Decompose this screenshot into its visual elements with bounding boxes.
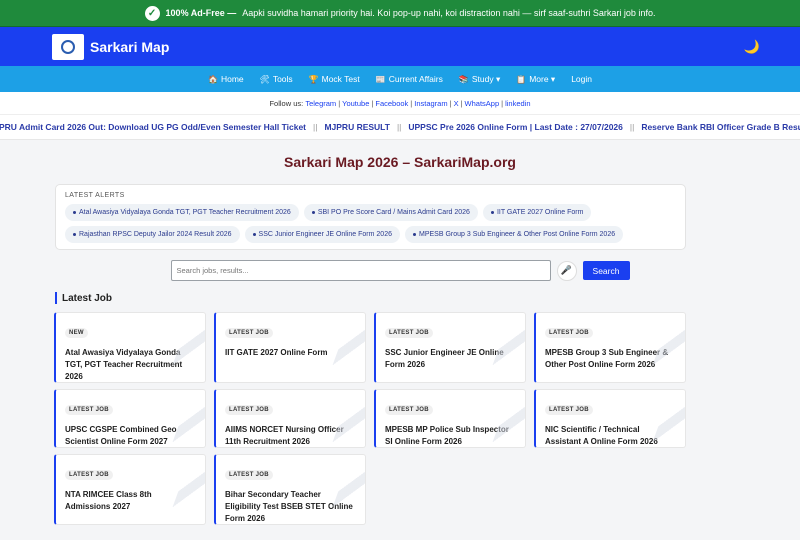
site-name[interactable]: Sarkari Map bbox=[90, 39, 169, 55]
search-bar: Search jobs, results... 🎤 Search bbox=[0, 260, 800, 281]
news-ticker: PRU Admit Card 2026 Out: Download UG PG … bbox=[0, 114, 800, 140]
alert-text: SBI PO Pre Score Card / Mains Admit Card… bbox=[317, 209, 470, 216]
logo-emblem-icon bbox=[61, 39, 75, 54]
nav-label: More ▾ bbox=[529, 73, 556, 84]
trophy-icon: 🏆 bbox=[308, 74, 319, 84]
job-card[interactable]: LATEST JOB UPSC CGSPE Combined Geo Scient… bbox=[54, 389, 206, 448]
follow-label: Follow us: bbox=[269, 98, 304, 108]
alert-chip[interactable]: SSC Junior Engineer JE Online Form 2026 bbox=[244, 226, 400, 243]
clipboard-icon: 📋 bbox=[516, 74, 527, 84]
job-tag: LATEST JOB bbox=[225, 328, 273, 338]
nav-item-more[interactable]: 📋 More ▾ bbox=[508, 74, 563, 85]
job-card[interactable]: LATEST JOB MPESB Group 3 Sub Engineer & O… bbox=[534, 312, 686, 383]
job-tag: NEW bbox=[65, 328, 88, 338]
moon-icon[interactable]: 🌙 bbox=[744, 39, 760, 55]
job-tag: LATEST JOB bbox=[385, 405, 433, 415]
alert-text: IIT GATE 2027 Online Form bbox=[496, 209, 584, 216]
nav-item-current-affairs[interactable]: 📰 Current Affairs bbox=[368, 74, 451, 84]
alert-chip[interactable]: MPESB Group 3 Sub Engineer & Other Post … bbox=[405, 226, 624, 243]
follow-bar: Follow us: Telegram | Youtube | Facebook | … bbox=[0, 92, 800, 114]
nav-item-study[interactable]: 📚 Study ▾ bbox=[451, 74, 508, 85]
alert-chip[interactable]: Rajasthan RPSC Deputy Jailor 2024 Result… bbox=[65, 226, 240, 243]
section-title: Latest Job bbox=[62, 292, 113, 304]
mic-icon[interactable]: 🎤 bbox=[556, 260, 577, 281]
alert-text: SSC Junior Engineer JE Online Form 2026 bbox=[258, 231, 392, 238]
alerts-label: LATEST ALERTS bbox=[65, 192, 125, 199]
alert-text: Atal Awasiya Vidyalaya Gonda TGT, PGT Te… bbox=[79, 209, 291, 216]
job-tag: LATEST JOB bbox=[65, 470, 113, 480]
alert-text: Rajasthan RPSC Deputy Jailor 2024 Result… bbox=[79, 231, 232, 238]
nav-label: Current Affairs bbox=[388, 74, 443, 84]
link-linkedin[interactable]: linkedin bbox=[505, 99, 530, 108]
job-card[interactable]: LATEST JOB MPESB MP Police Sub Inspector … bbox=[374, 389, 526, 448]
page-title: Sarkari Map 2026 – SarkariMap.org bbox=[284, 154, 516, 170]
site-logo[interactable] bbox=[52, 33, 84, 60]
top-notice-bar: ✓ 100% Ad-Free — Aapki suvidha hamari pr… bbox=[0, 0, 800, 27]
alert-chip[interactable]: Atal Awasiya Vidyalaya Gonda TGT, PGT Te… bbox=[65, 204, 299, 221]
latest-job-heading: Latest Job bbox=[55, 292, 800, 304]
alert-chip[interactable]: IIT GATE 2027 Online Form bbox=[482, 204, 592, 221]
ticker-item[interactable]: PRU Admit Card 2026 Out: Download UG PG … bbox=[0, 122, 309, 132]
job-card[interactable]: LATEST JOB AIIMS NORCET Nursing Officer 1… bbox=[214, 389, 366, 448]
nav-item-login[interactable]: Login bbox=[563, 74, 600, 84]
job-grid: NEW Atal Awasiya Vidyalaya Gonda TGT, PGT… bbox=[54, 312, 800, 525]
job-card[interactable]: LATEST JOB SSC Junior Engineer JE Online … bbox=[374, 312, 526, 383]
link-whatsapp[interactable]: WhatsApp bbox=[465, 99, 500, 108]
job-tag: LATEST JOB bbox=[65, 405, 113, 415]
bullet-icon bbox=[73, 233, 76, 236]
heading-accent bbox=[55, 292, 57, 304]
brand[interactable]: Sarkari Map bbox=[52, 33, 169, 60]
site-header: Sarkari Map 🌙 bbox=[0, 27, 800, 66]
job-tag: LATEST JOB bbox=[385, 328, 433, 338]
job-tag: LATEST JOB bbox=[225, 405, 273, 415]
job-card[interactable]: LATEST JOB NIC Scientific / Technical Ass… bbox=[534, 389, 686, 448]
books-icon: 📚 bbox=[458, 74, 469, 84]
nav-item-mock-test[interactable]: 🏆 Mock Test bbox=[301, 74, 368, 84]
tools-icon: 🛠 bbox=[259, 74, 270, 84]
notice-title: 100% Ad-Free — bbox=[165, 8, 237, 18]
job-card[interactable]: NEW Atal Awasiya Vidyalaya Gonda TGT, PGT… bbox=[54, 312, 206, 383]
job-card[interactable]: LATEST JOB IIT GATE 2027 Online Form bbox=[214, 312, 366, 383]
bullet-icon bbox=[311, 211, 315, 214]
latest-alerts-panel: LATEST ALERTS Atal Awasiya Vidyalaya Gon… bbox=[55, 184, 686, 250]
notice-text: Aapki suvidha hamari priority hai. Koi p… bbox=[242, 8, 656, 18]
check-icon: ✓ bbox=[144, 5, 160, 21]
job-tag: LATEST JOB bbox=[225, 470, 273, 480]
search-button[interactable]: Search bbox=[582, 261, 630, 280]
alert-text: MPESB Group 3 Sub Engineer & Other Post … bbox=[419, 231, 616, 238]
nav-label: Mock Test bbox=[321, 74, 360, 84]
bullet-icon bbox=[413, 233, 416, 236]
nav-label: Login bbox=[571, 74, 592, 84]
job-card[interactable]: LATEST JOB Bihar Secondary Teacher Eligib… bbox=[214, 454, 366, 525]
link-facebook[interactable]: Facebook bbox=[375, 99, 408, 108]
nav-item-home[interactable]: 🏠 Home bbox=[200, 74, 252, 84]
nav-label: Tools bbox=[272, 74, 293, 84]
link-telegram[interactable]: Telegram bbox=[305, 99, 336, 108]
nav-label: Home bbox=[220, 74, 244, 84]
job-card[interactable]: LATEST JOB NTA RIMCEE Class 8th Admission… bbox=[54, 454, 206, 525]
bullet-icon bbox=[252, 233, 256, 236]
ticker-item[interactable]: UPPSC Pre 2026 Online Form | Last Date :… bbox=[405, 122, 626, 132]
alert-chip[interactable]: SBI PO Pre Score Card / Mains Admit Card… bbox=[303, 204, 478, 221]
bullet-icon bbox=[73, 211, 76, 214]
nav-item-tools[interactable]: 🛠 Tools bbox=[252, 74, 301, 84]
main-content: Sarkari Map 2026 – SarkariMap.org LATEST… bbox=[0, 140, 800, 525]
bullet-icon bbox=[490, 211, 494, 214]
home-icon: 🏠 bbox=[208, 74, 218, 84]
ticker-item[interactable]: MJPRU RESULT bbox=[321, 122, 393, 132]
newspaper-icon: 📰 bbox=[375, 74, 386, 84]
link-instagram[interactable]: Instagram bbox=[414, 99, 447, 108]
link-youtube[interactable]: Youtube bbox=[342, 99, 369, 108]
search-input[interactable]: Search jobs, results... bbox=[170, 260, 551, 281]
job-tag: LATEST JOB bbox=[545, 405, 593, 415]
job-tag: LATEST JOB bbox=[545, 328, 593, 338]
main-nav: 🏠 Home 🛠 Tools 🏆 Mock Test 📰 Current Affairs… bbox=[0, 66, 800, 92]
nav-label: Study ▾ bbox=[471, 73, 501, 84]
ticker-item[interactable]: Reserve Bank RBI Officer Grade B Result … bbox=[638, 122, 800, 132]
